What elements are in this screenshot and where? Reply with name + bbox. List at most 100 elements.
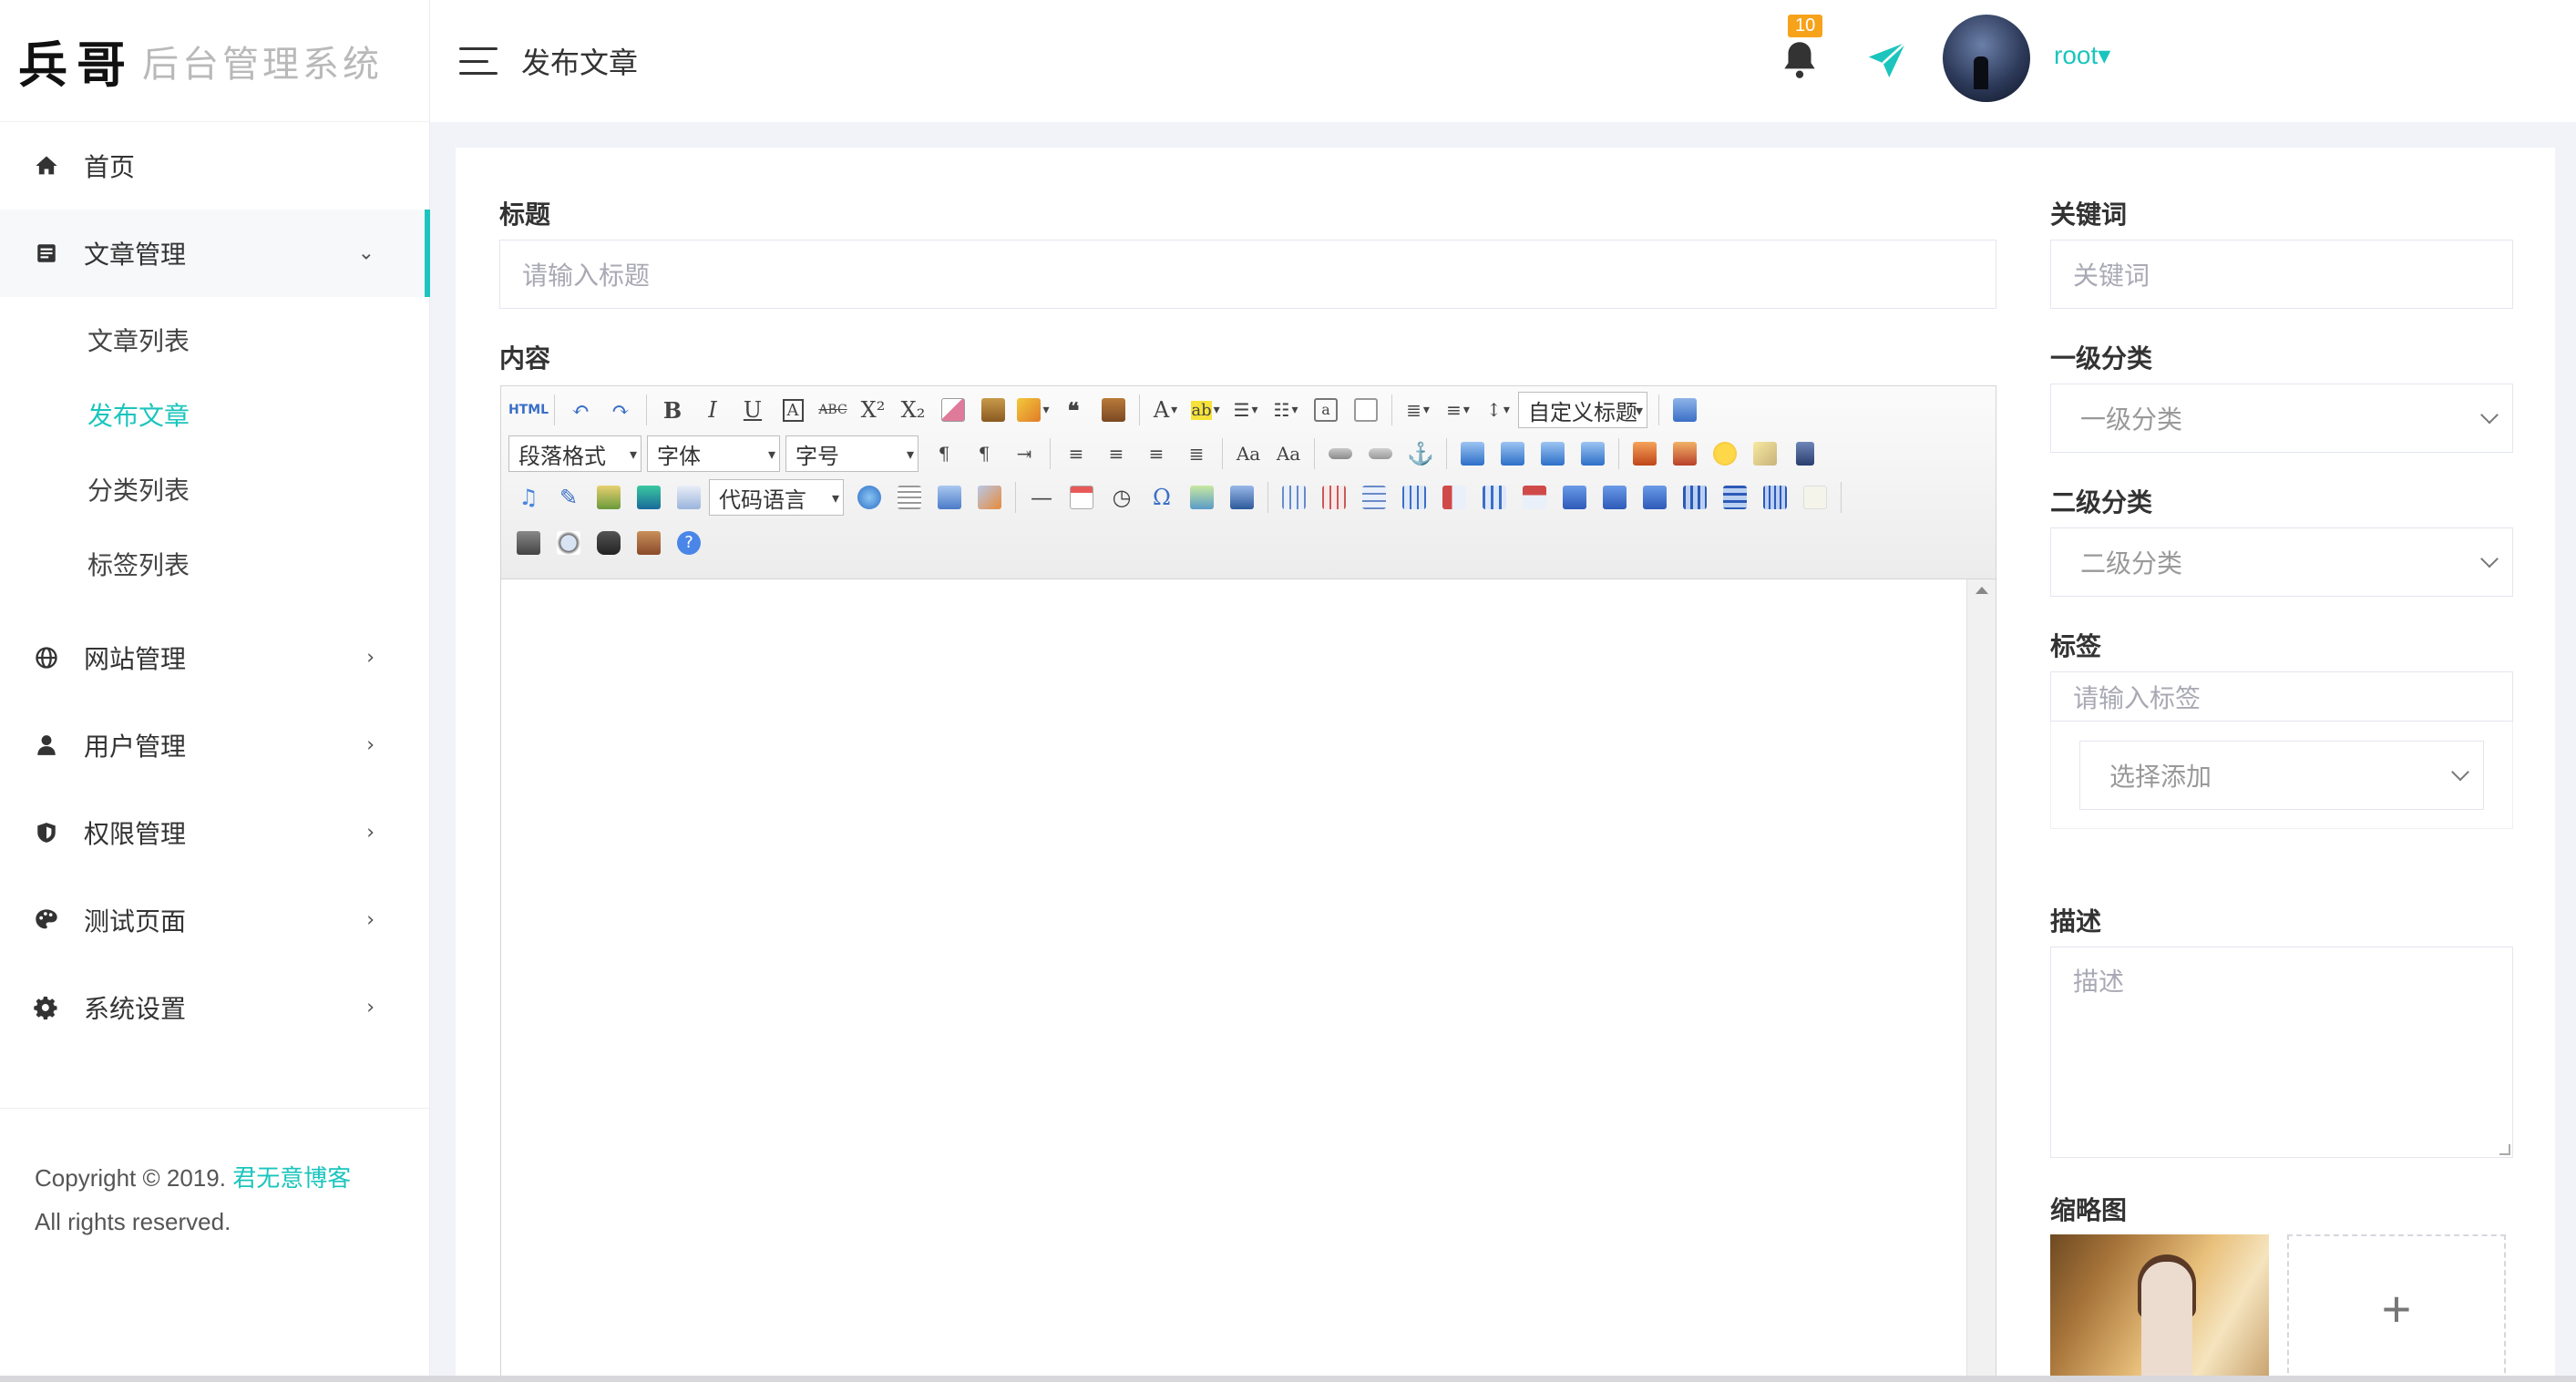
row-spacing-bottom-icon[interactable]: ≡ — [1438, 390, 1478, 430]
horizontal-rule-icon[interactable]: — — [1021, 477, 1062, 517]
split-cols-icon[interactable] — [1755, 477, 1795, 517]
template-icon[interactable] — [929, 477, 970, 517]
paragraph-format-select[interactable]: 段落格式 — [508, 435, 641, 472]
align-right-icon[interactable]: ≡ — [1136, 434, 1176, 474]
superscript-icon[interactable]: X² — [853, 390, 893, 430]
font-border-icon[interactable]: A — [773, 390, 813, 430]
merge-right-icon[interactable] — [1595, 477, 1635, 517]
image-none-icon[interactable] — [1452, 434, 1493, 474]
italic-icon[interactable]: I — [693, 390, 733, 430]
font-size-select[interactable]: 字号 — [785, 435, 919, 472]
web-app-icon[interactable] — [669, 477, 709, 517]
align-left-icon[interactable]: ≡ — [1056, 434, 1096, 474]
scrawl-icon[interactable] — [1745, 434, 1785, 474]
sidebar-item-test[interactable]: 测试页面 › — [0, 876, 429, 964]
uppercase-icon[interactable]: Aa — [1228, 434, 1268, 474]
delete-col-icon[interactable] — [1514, 477, 1555, 517]
tags-input[interactable]: 请输入标签 — [2050, 671, 2513, 722]
strikethrough-icon[interactable]: ABC — [813, 390, 853, 430]
help-icon[interactable]: ? — [669, 523, 709, 563]
insert-image-icon[interactable] — [1665, 434, 1705, 474]
emotion-icon[interactable] — [1705, 434, 1745, 474]
image-center-icon[interactable] — [1573, 434, 1613, 474]
tags-select[interactable]: 选择添加 — [2079, 741, 2484, 810]
insert-code-icon[interactable] — [629, 477, 669, 517]
indent-icon[interactable]: ⇥ — [1004, 434, 1044, 474]
insert-row-icon[interactable] — [1394, 477, 1434, 517]
insert-video-icon[interactable] — [1785, 434, 1825, 474]
word-image-icon[interactable] — [1222, 477, 1262, 517]
delete-row-icon[interactable] — [1434, 477, 1474, 517]
print-icon[interactable] — [508, 523, 549, 563]
chart-icon[interactable] — [1795, 477, 1835, 517]
sidebar-item-website[interactable]: 网站管理 › — [0, 614, 429, 701]
preview-icon[interactable] — [1665, 390, 1705, 430]
font-color-icon[interactable]: A — [1145, 390, 1185, 430]
highlight-color-icon[interactable]: ab — [1185, 390, 1226, 430]
lowercase-icon[interactable]: Aa — [1268, 434, 1309, 474]
ltr-icon[interactable]: ¶ — [924, 434, 964, 474]
row-spacing-top-icon[interactable]: ≣ — [1398, 390, 1438, 430]
merge-cells-icon[interactable] — [1555, 477, 1595, 517]
split-rows-icon[interactable] — [1715, 477, 1755, 517]
resize-handle-icon[interactable] — [2499, 1144, 2510, 1155]
clear-doc-icon[interactable] — [1346, 390, 1386, 430]
page-break-icon[interactable] — [889, 477, 929, 517]
insert-paragraph-before-table-icon[interactable] — [1354, 477, 1394, 517]
bold-icon[interactable]: B — [652, 390, 693, 430]
align-center-icon[interactable]: ≡ — [1096, 434, 1136, 474]
format-brush-icon[interactable] — [973, 390, 1013, 430]
editor-content-area[interactable] — [501, 579, 1966, 1381]
blog-link[interactable]: 君无意博客 — [232, 1164, 351, 1192]
select-all-icon[interactable]: a — [1306, 390, 1346, 430]
anchor-icon[interactable]: ⚓ — [1401, 434, 1441, 474]
avatar[interactable] — [1943, 15, 2030, 102]
time-icon[interactable]: ◷ — [1102, 477, 1142, 517]
unordered-list-icon[interactable]: ☷ — [1266, 390, 1306, 430]
category1-select[interactable]: 一级分类 — [2050, 384, 2513, 453]
split-cells-icon[interactable] — [1675, 477, 1715, 517]
special-chars-icon[interactable]: Ω — [1142, 477, 1182, 517]
submenu-publish-article[interactable]: 发布文章 — [0, 377, 429, 452]
submenu-article-list[interactable]: 文章列表 — [0, 302, 429, 377]
simple-upload-icon[interactable] — [1625, 434, 1665, 474]
submenu-category-list[interactable]: 分类列表 — [0, 452, 429, 527]
submenu-tag-list[interactable]: 标签列表 — [0, 527, 429, 601]
add-thumbnail-button[interactable]: + — [2287, 1234, 2506, 1382]
unlink-icon[interactable] — [1360, 434, 1401, 474]
subscript-icon[interactable]: X₂ — [893, 390, 933, 430]
title-input[interactable]: 请输入标题 — [499, 240, 1996, 309]
sidebar-item-home[interactable]: 首页 — [0, 122, 429, 210]
keywords-input[interactable]: 关键词 — [2050, 240, 2513, 309]
auto-format-icon[interactable] — [1013, 390, 1053, 430]
image-left-icon[interactable] — [1493, 434, 1533, 474]
line-height-icon[interactable]: ↕ — [1478, 390, 1518, 430]
delete-table-icon[interactable] — [1314, 477, 1354, 517]
menu-toggle-icon[interactable] — [459, 47, 498, 75]
user-menu[interactable]: root▾ — [2054, 40, 2110, 70]
ordered-list-icon[interactable]: ☰ — [1226, 390, 1266, 430]
link-icon[interactable] — [1320, 434, 1360, 474]
bell-icon[interactable] — [1777, 36, 1822, 82]
category2-select[interactable]: 二级分类 — [2050, 527, 2513, 597]
music-icon[interactable]: ♫ — [508, 477, 549, 517]
date-icon[interactable] — [1062, 477, 1102, 517]
paste-plain-icon[interactable] — [1093, 390, 1134, 430]
rtl-icon[interactable]: ¶ — [964, 434, 1004, 474]
underline-icon[interactable]: U — [733, 390, 773, 430]
align-justify-icon[interactable]: ≣ — [1176, 434, 1216, 474]
description-textarea[interactable]: 描述 — [2050, 947, 2513, 1158]
sidebar-item-users[interactable]: 用户管理 › — [0, 701, 429, 789]
attachment-icon[interactable]: ✎ — [549, 477, 589, 517]
search-replace-icon[interactable] — [589, 523, 629, 563]
draft-icon[interactable] — [629, 523, 669, 563]
image-right-icon[interactable] — [1533, 434, 1573, 474]
redo-icon[interactable]: ↷ — [600, 390, 641, 430]
editor-scrollbar[interactable] — [1966, 579, 1996, 1381]
eraser-icon[interactable] — [933, 390, 973, 430]
logo[interactable]: 兵哥 后台管理系统 — [0, 0, 429, 122]
map-icon[interactable] — [849, 477, 889, 517]
search-preview-icon[interactable] — [549, 523, 589, 563]
custom-title-select[interactable]: 自定义标题 — [1518, 392, 1647, 428]
thumbnail-image[interactable] — [2050, 1234, 2269, 1382]
